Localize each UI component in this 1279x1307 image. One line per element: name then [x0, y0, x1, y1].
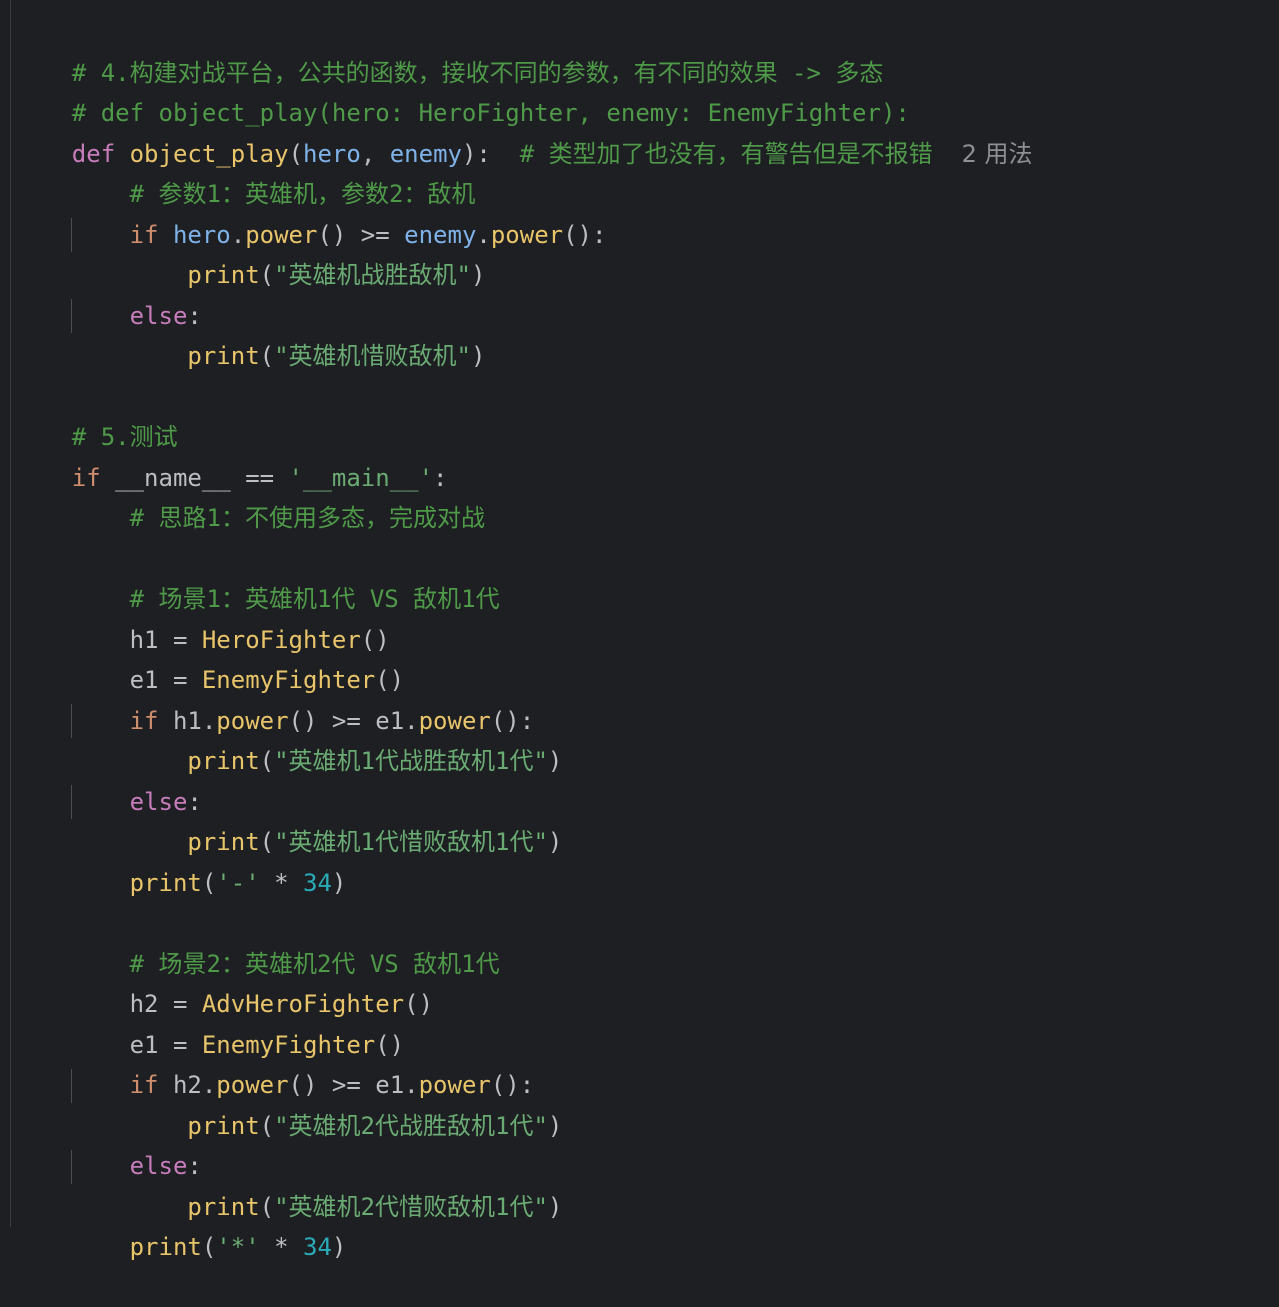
string-literal: '-' [216, 869, 260, 897]
code-line-19[interactable]: else: [14, 742, 202, 816]
code-line-18[interactable]: print("英雄机1代战胜敌机1代") [14, 701, 562, 775]
code-line-29[interactable]: print("英雄机2代惜败敌机1代") [14, 1147, 562, 1221]
number-literal: 34 [303, 869, 332, 897]
code-line-7[interactable]: else: [14, 256, 202, 330]
number-literal: 34 [303, 1233, 332, 1261]
code-line-11[interactable]: if __name__ == '__main__': [14, 418, 448, 492]
code-line-3[interactable]: def object_play(hero, enemy): # 类型加了也没有，… [14, 94, 1033, 168]
string-literal: "英雄机2代战胜敌机1代" [274, 1112, 548, 1140]
code-line-16[interactable]: e1 = EnemyFighter() [14, 620, 405, 694]
code-line-8[interactable]: print("英雄机惜败敌机") [14, 296, 485, 370]
print-call: print [129, 1233, 202, 1261]
code-line-2[interactable]: # def object_play(hero: HeroFighter, ene… [14, 53, 910, 127]
string-literal: "英雄机战胜敌机" [274, 261, 471, 289]
gutter-fold-rail [10, 0, 11, 1227]
code-editor[interactable]: # 4.构建对战平台，公共的函数，接收不同的参数，有不同的效果 -> 多态 # … [0, 0, 1279, 1261]
code-line-6[interactable]: print("英雄机战胜敌机") [14, 215, 485, 289]
code-line-26[interactable]: if h2.power() >= e1.power(): [14, 1025, 535, 1099]
string-literal: "英雄机惜败敌机" [274, 342, 471, 370]
code-line-12[interactable]: # 思路1：不使用多态，完成对战 [14, 458, 485, 532]
print-call: print [129, 869, 202, 897]
code-line-30[interactable]: print('*' * 34) [14, 1187, 347, 1261]
comment: # 类型加了也没有，有警告但是不报错 [519, 140, 933, 168]
code-line-27[interactable]: print("英雄机2代战胜敌机1代") [14, 1066, 562, 1140]
code-line-28[interactable]: else: [14, 1106, 202, 1180]
code-line-21[interactable]: print('-' * 34) [14, 823, 347, 897]
code-line-4[interactable]: # 参数1：英雄机，参数2：敌机 [14, 134, 476, 208]
string-literal: "英雄机1代战胜敌机1代" [274, 747, 548, 775]
code-line-10[interactable]: # 5.测试 [14, 377, 178, 451]
string-literal: '*' [216, 1233, 260, 1261]
code-line-20[interactable]: print("英雄机1代惜败敌机1代") [14, 782, 562, 856]
code-line-5[interactable]: if hero.power() >= enemy.power(): [14, 175, 607, 249]
code-line-17[interactable]: if h1.power() >= e1.power(): [14, 661, 535, 735]
comment: # 思路1：不使用多态，完成对战 [129, 504, 485, 532]
print-call: print [187, 342, 260, 370]
code-line-24[interactable]: h2 = AdvHeroFighter() [14, 944, 433, 1018]
code-line-23[interactable]: # 场景2：英雄机2代 VS 敌机1代 [14, 904, 500, 978]
code-line-25[interactable]: e1 = EnemyFighter() [14, 985, 405, 1059]
usages-inlay-hint[interactable]: 2 用法 [962, 140, 1033, 168]
code-line-15[interactable]: h1 = HeroFighter() [14, 580, 390, 654]
code-line-14[interactable]: # 场景1：英雄机1代 VS 敌机1代 [14, 539, 500, 613]
code-line-1[interactable]: # 4.构建对战平台，公共的函数，接收不同的参数，有不同的效果 -> 多态 [14, 13, 884, 87]
